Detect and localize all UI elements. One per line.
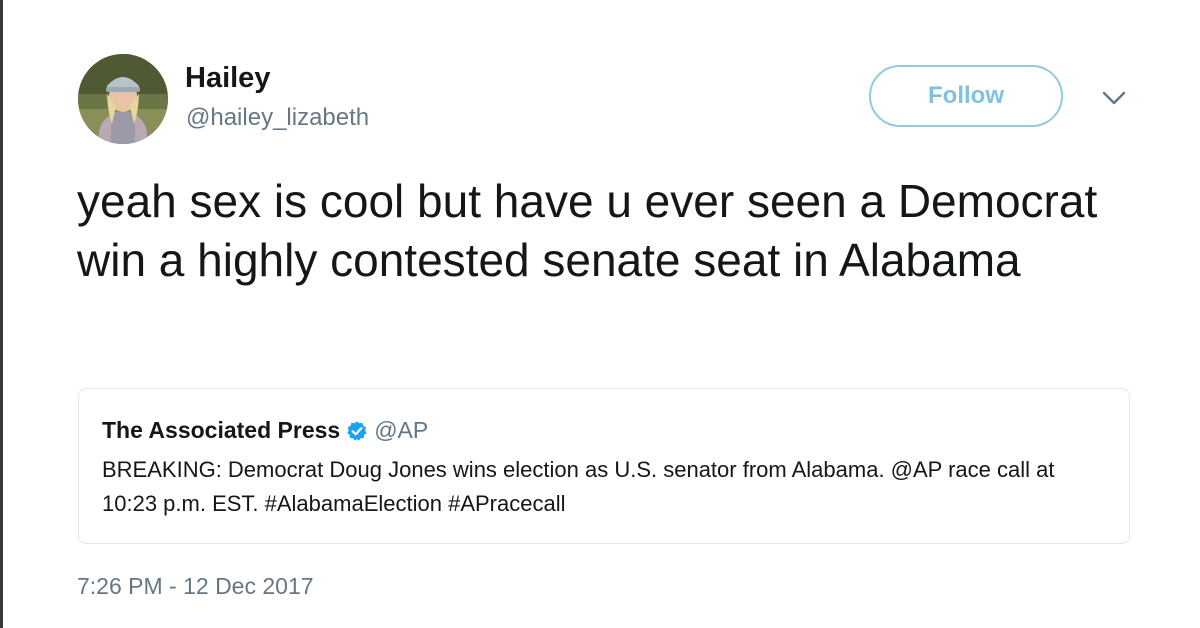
quoted-tweet-header: The Associated Press @AP [102, 417, 428, 444]
avatar[interactable] [78, 54, 168, 144]
quoted-tweet[interactable]: The Associated Press @AP BREAKING: Democ… [78, 388, 1130, 544]
quoted-author-name: The Associated Press [102, 417, 341, 443]
tweet-timestamp[interactable]: 7:26 PM - 12 Dec 2017 [77, 571, 314, 601]
window-edge [0, 0, 3, 628]
tweet-text: yeah sex is cool but have u ever seen a … [77, 175, 1098, 286]
follow-button-label: Follow [928, 82, 1004, 109]
profile-photo-icon [78, 54, 168, 144]
tweet-card: Hailey @hailey_lizabeth Follow yeah sex … [0, 0, 1200, 628]
follow-button[interactable]: Follow [869, 65, 1063, 127]
chevron-down-icon[interactable] [1100, 86, 1128, 110]
verified-badge-icon [347, 420, 367, 441]
quoted-author-handle: @AP [374, 417, 429, 443]
author-handle[interactable]: @hailey_lizabeth [186, 103, 369, 133]
author-display-name[interactable]: Hailey [185, 60, 270, 96]
quoted-tweet-text: BREAKING: Democrat Doug Jones wins elect… [102, 457, 1055, 516]
